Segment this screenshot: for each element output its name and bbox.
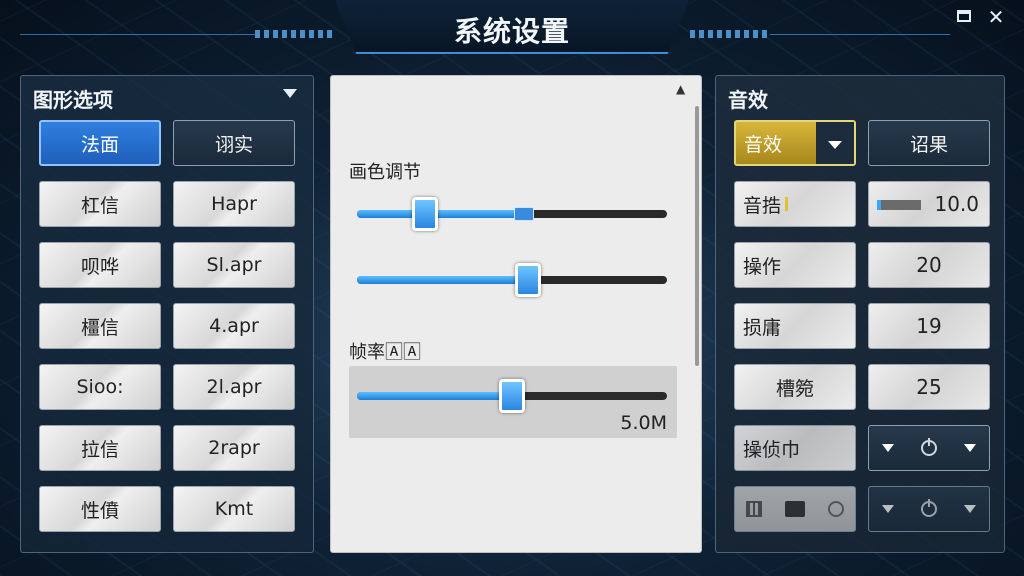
frame-rate-slider[interactable] [357, 379, 667, 413]
option-button[interactable]: 呗哗 [39, 242, 161, 288]
row-2-value-field[interactable]: 20 [868, 242, 990, 288]
slider-thumb[interactable] [499, 379, 525, 413]
sound-panel: 音效 音效 诏果 音捁 10.0 操作 20 损庸 19 槽箢 25 操侦巾 [715, 75, 1005, 553]
color-adjust-label: 画色调节 [349, 162, 421, 183]
select-row-button[interactable]: 操侦巾 [734, 425, 856, 471]
scrollbar[interactable] [695, 106, 699, 366]
sound-select[interactable]: 音效 [734, 120, 856, 166]
graphics-options-panel: 图形选项 法面 诩实杠信 Hapr 呗哗 Sl.apr 橿信 4.apr Sioo: 2l.ap… [20, 75, 314, 553]
slider-thumb[interactable] [514, 263, 541, 297]
sound-select-label: 音效 [744, 133, 783, 156]
option-button-label: 杠信 [80, 194, 119, 217]
power-icon [920, 438, 937, 456]
option-button[interactable]: 2l.apr [173, 364, 295, 410]
effect-button-label: 诏果 [909, 133, 948, 156]
row-3-value: 19 [916, 314, 942, 338]
row-3-label: 损庸 [743, 316, 782, 339]
option-button[interactable]: 性僨 [39, 486, 161, 532]
level-tick-icon [785, 197, 789, 211]
collapse-caret-icon[interactable] [283, 89, 297, 98]
arrow-down-icon [882, 505, 895, 513]
slider-fill [357, 276, 528, 284]
option-button-label: 性僨 [80, 499, 119, 522]
title-line-left [20, 34, 255, 35]
row-3-button[interactable]: 损庸 [734, 303, 856, 349]
row-4-button[interactable]: 槽箢 [734, 364, 856, 410]
row-1-value: 10.0 [934, 192, 979, 216]
option-button-label: Kmt [214, 498, 254, 520]
option-button-label: Hapr [211, 193, 257, 215]
window-title: 系统设置 [453, 15, 570, 48]
row-4-value-field[interactable]: 25 [868, 364, 990, 410]
maximize-button[interactable] [953, 6, 975, 28]
color-slider[interactable] [357, 197, 667, 231]
secondary-slider[interactable] [357, 263, 667, 297]
row-4-label: 槽箢 [775, 377, 814, 400]
close-icon: ✕ [987, 5, 1005, 29]
slider-fill [357, 210, 525, 218]
select-row-label: 操侦巾 [743, 438, 801, 461]
adjustment-panel: ▲ 画色调节 帧率🄰🄰 5.0M [330, 75, 702, 553]
row-3-value-field[interactable]: 19 [868, 303, 990, 349]
option-button-label: 4.apr [209, 315, 259, 337]
clock-icon[interactable] [827, 501, 844, 517]
option-button-label: Sioo: [76, 376, 124, 398]
slider-fill [357, 392, 512, 400]
option-button-label: 橿信 [80, 316, 119, 339]
option-button-label: Sl.apr [206, 254, 262, 276]
mode-select[interactable] [868, 425, 990, 471]
title-bar: 系统设置 ✕ [0, 0, 1024, 62]
grid-icon[interactable] [746, 501, 763, 517]
maximize-icon [957, 10, 971, 22]
close-button[interactable]: ✕ [985, 6, 1007, 28]
panel-title: 图形选项 [33, 88, 113, 112]
row-1-button[interactable]: 音捁 [734, 181, 856, 227]
power-icon [920, 499, 937, 517]
option-button-label: 2l.apr [206, 376, 262, 398]
option-button[interactable]: Kmt [173, 486, 295, 532]
option-button[interactable]: Hapr [173, 181, 295, 227]
option-button[interactable]: 4.apr [173, 303, 295, 349]
option-button-label: 2rapr [208, 437, 260, 459]
mode-select-secondary[interactable] [868, 486, 990, 532]
row-1-label: 音捁 [743, 194, 782, 217]
row-2-label: 操作 [743, 255, 782, 278]
device-icon[interactable] [784, 501, 805, 517]
option-button[interactable]: 法面 [39, 120, 161, 166]
row-2-button[interactable]: 操作 [734, 242, 856, 288]
chevron-down-icon [963, 444, 976, 452]
chevron-down-icon [828, 141, 842, 149]
option-button-label: 呗哗 [80, 255, 119, 278]
title-line-right [770, 34, 950, 35]
option-button[interactable]: 拉信 [39, 425, 161, 471]
title-stripes-left [255, 30, 335, 38]
arrow-down-icon [882, 444, 895, 452]
option-button[interactable]: 2rapr [173, 425, 295, 471]
level-meter [877, 200, 921, 210]
option-button[interactable]: 橿信 [39, 303, 161, 349]
option-button[interactable]: Sioo: [39, 364, 161, 410]
frame-rate-label: 帧率🄰🄰 [349, 342, 421, 363]
row-4-value: 25 [916, 375, 942, 399]
option-button[interactable]: 诩实 [173, 120, 295, 166]
option-button[interactable]: 杠信 [39, 181, 161, 227]
effect-button[interactable]: 诏果 [868, 120, 990, 166]
panel-title: 音效 [728, 88, 768, 112]
row-1-value-field[interactable]: 10.0 [868, 181, 990, 227]
frame-rate-box: 5.0M [349, 366, 677, 438]
level-meter-fill [877, 200, 881, 210]
option-button[interactable]: Sl.apr [173, 242, 295, 288]
slider-thumb[interactable] [412, 197, 439, 231]
row-2-value: 20 [916, 253, 942, 277]
icon-toolbar[interactable] [734, 486, 856, 532]
option-button-label: 诩实 [214, 133, 253, 156]
scroll-up-icon[interactable]: ▲ [676, 82, 685, 96]
slider-marker [514, 207, 535, 221]
title-stripes-right [690, 30, 770, 38]
option-button-label: 拉信 [80, 438, 119, 461]
chevron-down-icon [963, 505, 976, 513]
frame-rate-value: 5.0M [620, 412, 667, 434]
option-button-label: 法面 [80, 133, 119, 156]
